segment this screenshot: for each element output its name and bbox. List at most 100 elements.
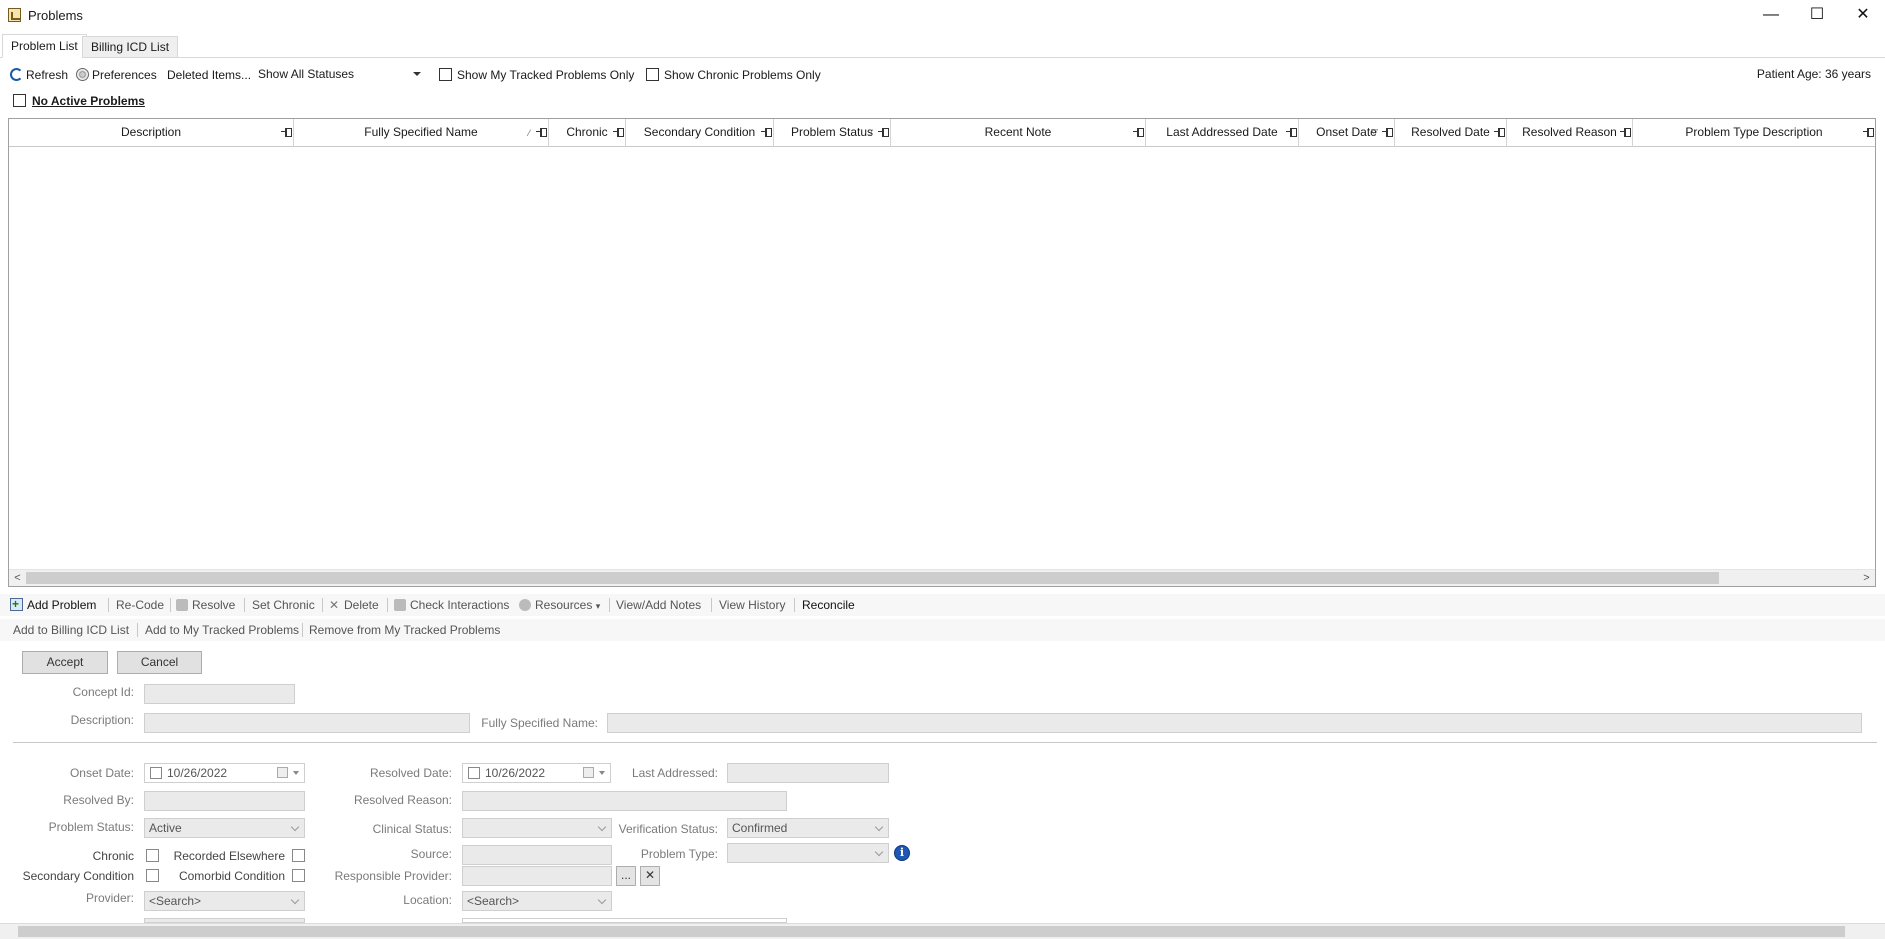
verification-status-label: Verification Status:: [618, 822, 718, 836]
column-label: Onset Date: [1316, 125, 1377, 139]
pin-icon[interactable]: [1494, 128, 1505, 137]
problem-type-label: Problem Type:: [640, 847, 718, 861]
pin-icon[interactable]: [1133, 128, 1144, 137]
column-header-description[interactable]: Description: [9, 119, 294, 147]
calendar-icon[interactable]: [277, 767, 288, 778]
browse-provider-button[interactable]: ...: [616, 866, 636, 886]
column-header-resolved-date[interactable]: Resolved Date: [1395, 119, 1507, 147]
column-label: Resolved Reason: [1522, 125, 1617, 139]
pin-icon[interactable]: [1286, 128, 1297, 137]
tab-billing-icd-list[interactable]: Billing ICD List: [82, 36, 179, 58]
chevron-down-icon: [597, 895, 607, 905]
recorded-elsewhere-checkbox[interactable]: [292, 849, 305, 862]
source-field: [462, 845, 612, 865]
responsible-provider-field: [462, 866, 612, 886]
toolbar-divider: [244, 598, 245, 612]
pin-icon[interactable]: [761, 128, 772, 137]
close-button[interactable]: ✕: [1840, 0, 1885, 30]
scrollbar-thumb[interactable]: [26, 572, 1719, 584]
column-header-onset-date[interactable]: Onset Date ▽: [1299, 119, 1395, 147]
form-divider: [13, 742, 1877, 743]
chevron-down-icon: [290, 822, 300, 832]
cancel-button[interactable]: Cancel: [117, 651, 202, 674]
column-header-problem-type-description[interactable]: Problem Type Description: [1633, 119, 1875, 147]
add-to-tracked-button[interactable]: Add to My Tracked Problems: [145, 622, 299, 638]
pin-icon[interactable]: [1863, 128, 1874, 137]
chronic-checkbox[interactable]: [146, 849, 159, 862]
pin-icon[interactable]: [613, 128, 624, 137]
column-header-fully-specified-name[interactable]: Fully Specified Name ⁄: [294, 119, 549, 147]
maximize-button[interactable]: ☐: [1794, 0, 1840, 30]
sort-descending-icon: ▽: [1371, 127, 1378, 137]
preferences-button[interactable]: Preferences: [76, 67, 157, 83]
grid-horizontal-scrollbar[interactable]: < >: [9, 569, 1875, 586]
deleted-items-button[interactable]: Deleted Items...: [167, 67, 251, 83]
resolve-button[interactable]: Resolve: [176, 597, 235, 613]
delete-button[interactable]: ✕ Delete: [329, 597, 379, 613]
comorbid-condition-checkbox[interactable]: [292, 869, 305, 882]
minimize-button[interactable]: —: [1748, 0, 1794, 30]
remove-from-tracked-button[interactable]: Remove from My Tracked Problems: [309, 622, 500, 638]
resolved-date-picker[interactable]: 10/26/2022: [462, 763, 611, 783]
problem-status-select[interactable]: Active: [144, 818, 305, 838]
preferences-gear-icon: [76, 68, 89, 81]
column-header-last-addressed-date[interactable]: Last Addressed Date: [1146, 119, 1299, 147]
accept-button[interactable]: Accept: [22, 651, 108, 674]
chevron-down-icon: [413, 72, 421, 76]
clinical-status-select[interactable]: [462, 818, 612, 838]
location-select[interactable]: <Search>: [462, 891, 612, 911]
provider-select[interactable]: <Search>: [144, 891, 305, 911]
grid-header: Description Fully Specified Name ⁄ Chroni…: [9, 119, 1875, 147]
pin-icon[interactable]: [536, 128, 547, 137]
resolved-date-checkbox[interactable]: [468, 767, 480, 779]
pin-icon[interactable]: [1382, 128, 1393, 137]
chronic-only-checkbox[interactable]: Show Chronic Problems Only: [646, 67, 821, 83]
view-history-button[interactable]: View History: [719, 597, 785, 613]
recode-button[interactable]: Re-Code: [116, 597, 164, 613]
chevron-down-icon[interactable]: [599, 771, 605, 775]
column-header-chronic[interactable]: Chronic: [549, 119, 626, 147]
column-header-secondary-condition[interactable]: Secondary Condition: [626, 119, 774, 147]
refresh-button[interactable]: Refresh: [10, 67, 68, 83]
last-addressed-label: Last Addressed:: [631, 766, 718, 780]
tracked-only-checkbox[interactable]: Show My Tracked Problems Only: [439, 67, 634, 83]
scroll-left-arrow-icon[interactable]: <: [9, 570, 26, 587]
reconcile-button[interactable]: Reconcile: [802, 597, 855, 613]
status-filter-select[interactable]: Show All Statuses: [255, 65, 425, 85]
info-icon[interactable]: i: [894, 845, 910, 861]
chronic-label: Chronic: [92, 849, 134, 863]
column-header-problem-status[interactable]: Problem Status ⁄: [774, 119, 891, 147]
pin-icon[interactable]: [281, 128, 292, 137]
secondary-condition-checkbox[interactable]: [146, 869, 159, 882]
tab-problem-list[interactable]: Problem List: [2, 34, 87, 58]
column-label: Last Addressed Date: [1166, 125, 1278, 139]
clear-provider-button[interactable]: ✕: [640, 866, 660, 886]
resources-button[interactable]: Resources ▾: [519, 597, 600, 614]
form-horizontal-scrollbar[interactable]: [0, 923, 1885, 939]
view-add-notes-button[interactable]: View/Add Notes: [616, 597, 701, 613]
column-header-resolved-reason[interactable]: Resolved Reason: [1507, 119, 1633, 147]
toolbar-divider: [322, 598, 323, 612]
resolve-icon: [176, 599, 188, 611]
column-label: Recent Note: [984, 125, 1052, 139]
verification-status-select[interactable]: Confirmed: [727, 818, 889, 838]
set-chronic-button[interactable]: Set Chronic: [252, 597, 315, 613]
add-to-billing-icd-button[interactable]: Add to Billing ICD List: [13, 622, 129, 638]
pin-icon[interactable]: [1620, 128, 1631, 137]
problem-type-select[interactable]: [727, 843, 889, 863]
resolved-by-field: [144, 791, 305, 811]
pin-icon[interactable]: [878, 128, 889, 137]
tracked-only-label: Show My Tracked Problems Only: [457, 68, 635, 82]
no-active-problems-checkbox[interactable]: No Active Problems: [13, 94, 145, 108]
onset-date-picker[interactable]: 10/26/2022: [144, 763, 305, 783]
chevron-down-icon[interactable]: [293, 771, 299, 775]
add-problem-button[interactable]: Add Problem: [10, 596, 96, 613]
scrollbar-thumb[interactable]: [18, 926, 1845, 937]
column-header-recent-note[interactable]: Recent Note: [891, 119, 1146, 147]
clinical-status-label: Clinical Status:: [372, 822, 452, 836]
scroll-right-arrow-icon[interactable]: >: [1858, 570, 1875, 587]
window-title: Problems: [28, 8, 83, 23]
onset-date-checkbox[interactable]: [150, 767, 162, 779]
check-interactions-button[interactable]: Check Interactions: [394, 597, 509, 613]
calendar-icon[interactable]: [583, 767, 594, 778]
